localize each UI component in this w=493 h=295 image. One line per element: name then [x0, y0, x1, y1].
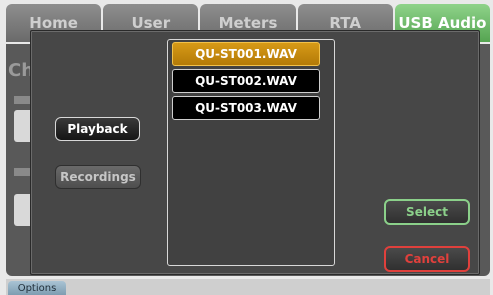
file-list[interactable]: QU-ST001.WAV QU-ST002.WAV QU-ST003.WAV: [167, 39, 335, 266]
recordings-button[interactable]: Recordings: [55, 165, 141, 189]
file-item-selected[interactable]: QU-ST001.WAV: [172, 42, 320, 66]
file-item[interactable]: QU-ST002.WAV: [172, 69, 320, 93]
file-item[interactable]: QU-ST003.WAV: [172, 96, 320, 120]
cancel-button[interactable]: Cancel: [384, 246, 470, 272]
options-tab[interactable]: Options: [8, 281, 66, 295]
select-button[interactable]: Select: [384, 199, 470, 225]
playback-button[interactable]: Playback: [55, 117, 140, 141]
footer-bar: [6, 279, 490, 295]
